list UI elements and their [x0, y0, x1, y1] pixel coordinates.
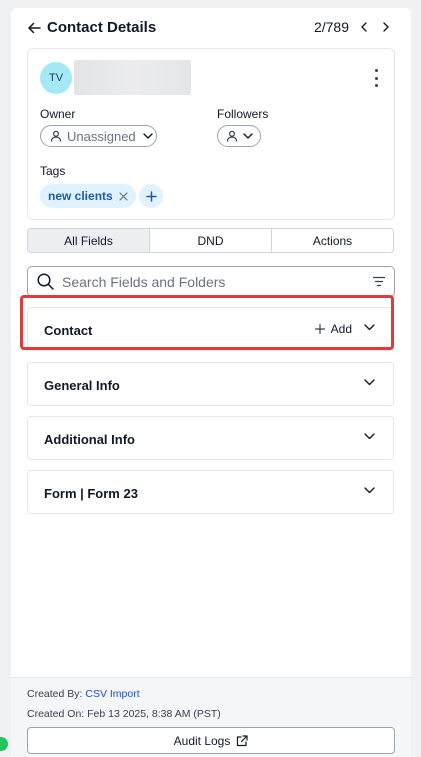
created-by-label: Created By:	[27, 688, 83, 700]
pager-count: 2/789	[313, 19, 349, 35]
add-tag-button[interactable]	[139, 184, 163, 208]
close-icon[interactable]	[119, 191, 128, 201]
owner-select[interactable]: Unassigned	[40, 125, 157, 147]
chevron-down-icon[interactable]	[364, 379, 375, 386]
contact-name-redacted	[74, 60, 191, 95]
contact-details-panel: Contact Details 2/789 TV Owner Followers…	[11, 8, 411, 757]
tab-bar: All Fields DND Actions	[27, 228, 394, 253]
panel-footer: Created By: CSV Import Created On: Feb 1…	[11, 677, 411, 757]
tab-all-fields[interactable]: All Fields	[28, 229, 150, 252]
owner-label: Owner	[40, 107, 76, 121]
pager: 2/789	[314, 19, 393, 35]
tab-actions[interactable]: Actions	[272, 229, 393, 252]
tab-dnd[interactable]: DND	[150, 229, 272, 252]
avatar: TV	[40, 62, 72, 94]
user-icon	[226, 130, 238, 142]
kebab-menu-icon[interactable]	[372, 69, 380, 87]
section-form-23[interactable]: Form | Form 23	[27, 470, 394, 514]
section-additional-info[interactable]: Additional Info	[27, 416, 394, 460]
add-label: Add	[330, 322, 352, 336]
search-input[interactable]	[60, 272, 354, 291]
status-indicator	[0, 737, 8, 751]
section-general-info[interactable]: General Info	[27, 362, 394, 406]
chevron-down-icon	[243, 133, 253, 139]
created-by: Created By: CSV Import	[27, 688, 140, 700]
chevron-right-icon[interactable]	[379, 20, 393, 34]
section-contact[interactable]: Contact Add	[27, 307, 394, 351]
created-on-label: Created On:	[27, 708, 85, 720]
contact-card: TV Owner Followers Unassigned Tags new c…	[27, 48, 395, 220]
section-title: Additional Info	[44, 432, 135, 447]
chevron-down-icon	[142, 133, 153, 139]
followers-select[interactable]	[217, 125, 261, 147]
plus-icon	[314, 324, 325, 334]
filter-icon[interactable]	[373, 276, 385, 287]
section-title: General Info	[44, 378, 120, 393]
tags-label: Tags	[40, 164, 66, 178]
audit-logs-label: Audit Logs	[173, 733, 231, 748]
panel-header: Contact Details 2/789	[11, 8, 411, 48]
section-title: Form | Form 23	[44, 486, 138, 501]
audit-logs-button[interactable]: Audit Logs	[27, 727, 395, 754]
section-title: Contact	[44, 323, 93, 338]
page-title: Contact Details	[47, 19, 157, 36]
chevron-down-icon[interactable]	[364, 487, 375, 494]
created-by-link[interactable]: CSV Import	[85, 688, 139, 700]
search-box	[27, 266, 395, 297]
followers-label: Followers	[217, 107, 269, 121]
tag-label: new clients	[48, 189, 113, 203]
external-link-icon	[236, 734, 248, 747]
chevron-left-icon[interactable]	[357, 20, 371, 34]
owner-value: Unassigned	[67, 128, 136, 144]
chevron-down-icon[interactable]	[364, 324, 375, 331]
add-field-button[interactable]: Add	[314, 322, 352, 336]
chevron-down-icon[interactable]	[364, 433, 375, 440]
created-on-value: Feb 13 2025, 8:38 AM (PST)	[87, 708, 221, 720]
tag-chip: new clients	[40, 184, 136, 208]
created-on: Created On: Feb 13 2025, 8:38 AM (PST)	[27, 708, 221, 720]
user-icon	[50, 130, 62, 142]
back-arrow-icon[interactable]	[27, 21, 41, 35]
plus-icon	[145, 190, 157, 202]
search-icon	[37, 273, 54, 290]
